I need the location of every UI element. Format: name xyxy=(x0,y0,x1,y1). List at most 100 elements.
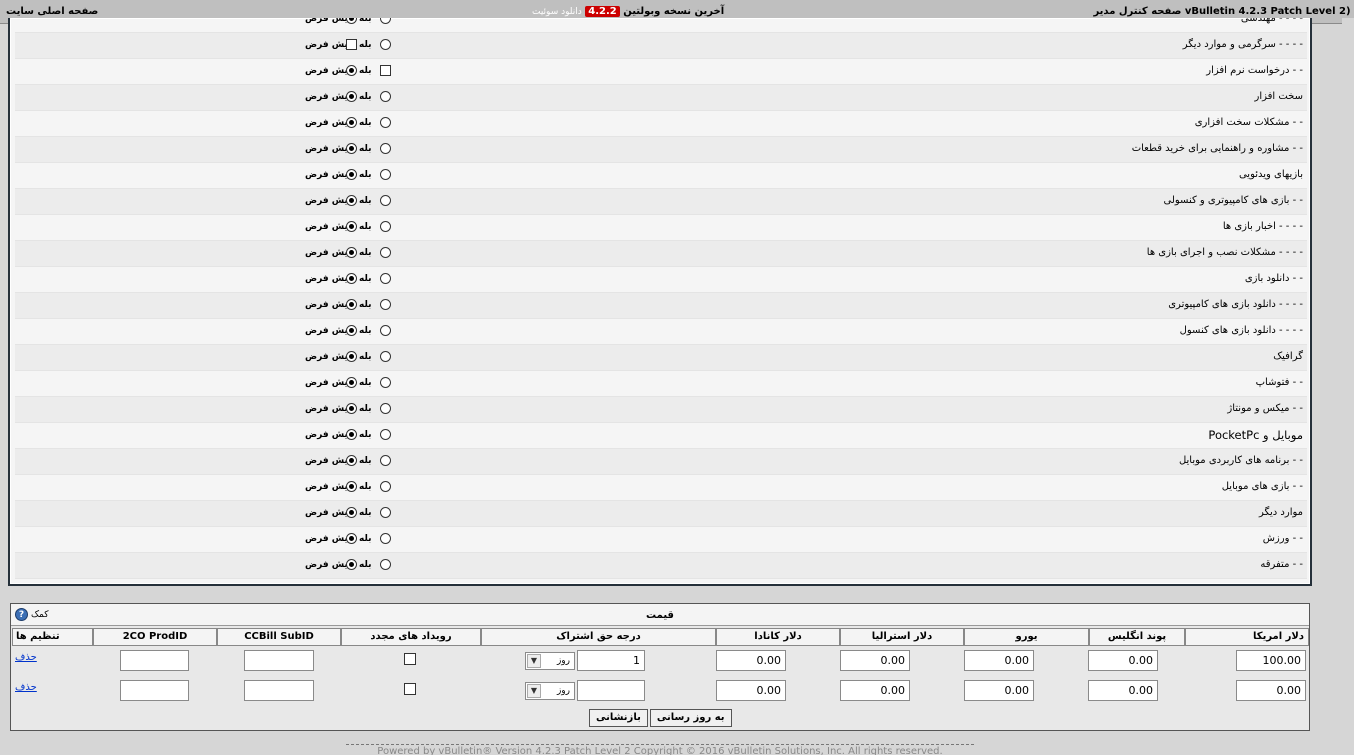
yes-checkbox[interactable] xyxy=(380,65,391,76)
default-radio[interactable] xyxy=(346,377,357,388)
forum-label: - - مشاوره و راهنمایی برای خرید قطعات xyxy=(1131,143,1303,154)
price-title: قیمت xyxy=(646,610,674,621)
forum-options: پیش فرض بله xyxy=(295,532,395,546)
default-option-label: پیش فرض xyxy=(305,378,352,388)
yes-radio[interactable] xyxy=(380,325,391,336)
default-radio[interactable] xyxy=(346,247,357,258)
default-radio[interactable] xyxy=(346,169,357,180)
default-radio[interactable] xyxy=(346,299,357,310)
yes-radio[interactable] xyxy=(380,299,391,310)
recurring-checkbox[interactable] xyxy=(404,683,416,695)
delete-link[interactable]: حذف xyxy=(15,652,37,663)
vertical-scrollbar[interactable] xyxy=(1342,18,1354,588)
default-radio[interactable] xyxy=(346,559,357,570)
default-radio[interactable] xyxy=(346,221,357,232)
default-radio[interactable] xyxy=(346,117,357,128)
usd-input[interactable]: 100.00 xyxy=(1236,650,1306,671)
yes-radio[interactable] xyxy=(380,559,391,570)
forum-label: - - - - اخبار بازی ها xyxy=(1222,221,1303,232)
aud-input[interactable]: 0.00 xyxy=(840,680,910,701)
yes-option-label: بله xyxy=(359,404,372,414)
update-button[interactable]: به روز رسانی xyxy=(649,709,732,727)
default-radio[interactable] xyxy=(346,195,357,206)
default-radio[interactable] xyxy=(346,351,357,362)
yes-radio[interactable] xyxy=(380,221,391,232)
yes-radio[interactable] xyxy=(380,533,391,544)
default-radio[interactable] xyxy=(346,18,357,24)
gbp-input[interactable]: 0.00 xyxy=(1088,650,1158,671)
default-radio[interactable] xyxy=(346,403,357,414)
forum-row: - - مشکلات سخت افزاری پیش فرض بله xyxy=(15,111,1307,137)
ccbill-subid-input[interactable] xyxy=(244,650,314,671)
price-column-header: دلار کانادا xyxy=(716,628,840,646)
yes-radio[interactable] xyxy=(380,117,391,128)
subscription-unit-select[interactable]: ▼ روز xyxy=(525,652,575,670)
help-button[interactable]: ? کمک xyxy=(15,608,49,621)
forum-row: موبایل و PocketPc پیش فرض بله xyxy=(15,423,1307,449)
yes-option-label: بله xyxy=(359,66,372,76)
yes-option-label: بله xyxy=(359,560,372,570)
yes-radio[interactable] xyxy=(380,247,391,258)
yes-radio[interactable] xyxy=(380,273,391,284)
price-column-header: دلار امریکا xyxy=(1185,628,1309,646)
default-radio[interactable] xyxy=(346,273,357,284)
price-column-header: دلار استرالیا xyxy=(840,628,964,646)
eur-input[interactable]: 0.00 xyxy=(964,650,1034,671)
default-radio[interactable] xyxy=(346,455,357,466)
forum-options: پیش فرض بله xyxy=(295,298,395,312)
yes-radio[interactable] xyxy=(380,507,391,518)
yes-radio[interactable] xyxy=(380,429,391,440)
2co-prodid-input[interactable] xyxy=(120,650,189,671)
default-option-label: پیش فرض xyxy=(305,508,352,518)
forum-options: پیش فرض بله xyxy=(295,18,395,26)
yes-radio[interactable] xyxy=(380,195,391,206)
yes-radio[interactable] xyxy=(380,377,391,388)
default-radio[interactable] xyxy=(346,91,357,102)
default-radio[interactable] xyxy=(346,481,357,492)
recurring-checkbox[interactable] xyxy=(404,653,416,665)
yes-radio[interactable] xyxy=(380,39,391,50)
yes-radio[interactable] xyxy=(380,455,391,466)
price-column-header: تنظیم ها xyxy=(12,628,93,646)
yes-radio[interactable] xyxy=(380,481,391,492)
forum-row: - - بازی های کامپیوتری و کنسولی پیش فرض بل… xyxy=(15,189,1307,215)
subscription-length-input[interactable]: 1 xyxy=(577,650,645,671)
site-home-link[interactable]: صفحه اصلی سایت xyxy=(6,6,98,17)
default-radio[interactable] xyxy=(346,65,357,76)
default-radio[interactable] xyxy=(346,507,357,518)
download-link[interactable]: دانلود سوئیت xyxy=(532,7,582,17)
chevron-down-icon[interactable]: ▼ xyxy=(527,654,541,668)
yes-radio[interactable] xyxy=(380,91,391,102)
forum-options: پیش فرض بله xyxy=(295,376,395,390)
gbp-input[interactable]: 0.00 xyxy=(1088,680,1158,701)
default-option-label: پیش فرض xyxy=(305,404,352,414)
aud-input[interactable]: 0.00 xyxy=(840,650,910,671)
footer-copyright: Powered by vBulletin® Version 4.2.3 Patc… xyxy=(346,744,974,755)
subscription-unit-select[interactable]: ▼ روز xyxy=(525,682,575,700)
yes-radio[interactable] xyxy=(380,169,391,180)
subscription-length-input[interactable] xyxy=(577,680,645,701)
cad-input[interactable]: 0.00 xyxy=(716,680,786,701)
yes-option-label: بله xyxy=(359,456,372,466)
forum-label: - - مشکلات سخت افزاری xyxy=(1194,117,1303,128)
default-radio[interactable] xyxy=(346,143,357,154)
2co-prodid-input[interactable] xyxy=(120,680,189,701)
yes-radio[interactable] xyxy=(380,403,391,414)
yes-radio[interactable] xyxy=(380,18,391,24)
usd-input[interactable]: 0.00 xyxy=(1236,680,1306,701)
yes-radio[interactable] xyxy=(380,351,391,362)
default-radio[interactable] xyxy=(346,325,357,336)
default-checkbox[interactable] xyxy=(346,39,357,50)
default-radio[interactable] xyxy=(346,533,357,544)
yes-option-label: بله xyxy=(359,378,372,388)
eur-input[interactable]: 0.00 xyxy=(964,680,1034,701)
forum-label: - - - - سرگرمی و موارد دیگر xyxy=(1182,39,1303,50)
forum-label: بازیهای ویدئویی xyxy=(1238,169,1303,180)
ccbill-subid-input[interactable] xyxy=(244,680,314,701)
delete-link[interactable]: حذف xyxy=(15,682,37,693)
chevron-down-icon[interactable]: ▼ xyxy=(527,684,541,698)
default-radio[interactable] xyxy=(346,429,357,440)
reset-button[interactable]: بازنشانی xyxy=(589,709,648,727)
yes-radio[interactable] xyxy=(380,143,391,154)
cad-input[interactable]: 0.00 xyxy=(716,650,786,671)
